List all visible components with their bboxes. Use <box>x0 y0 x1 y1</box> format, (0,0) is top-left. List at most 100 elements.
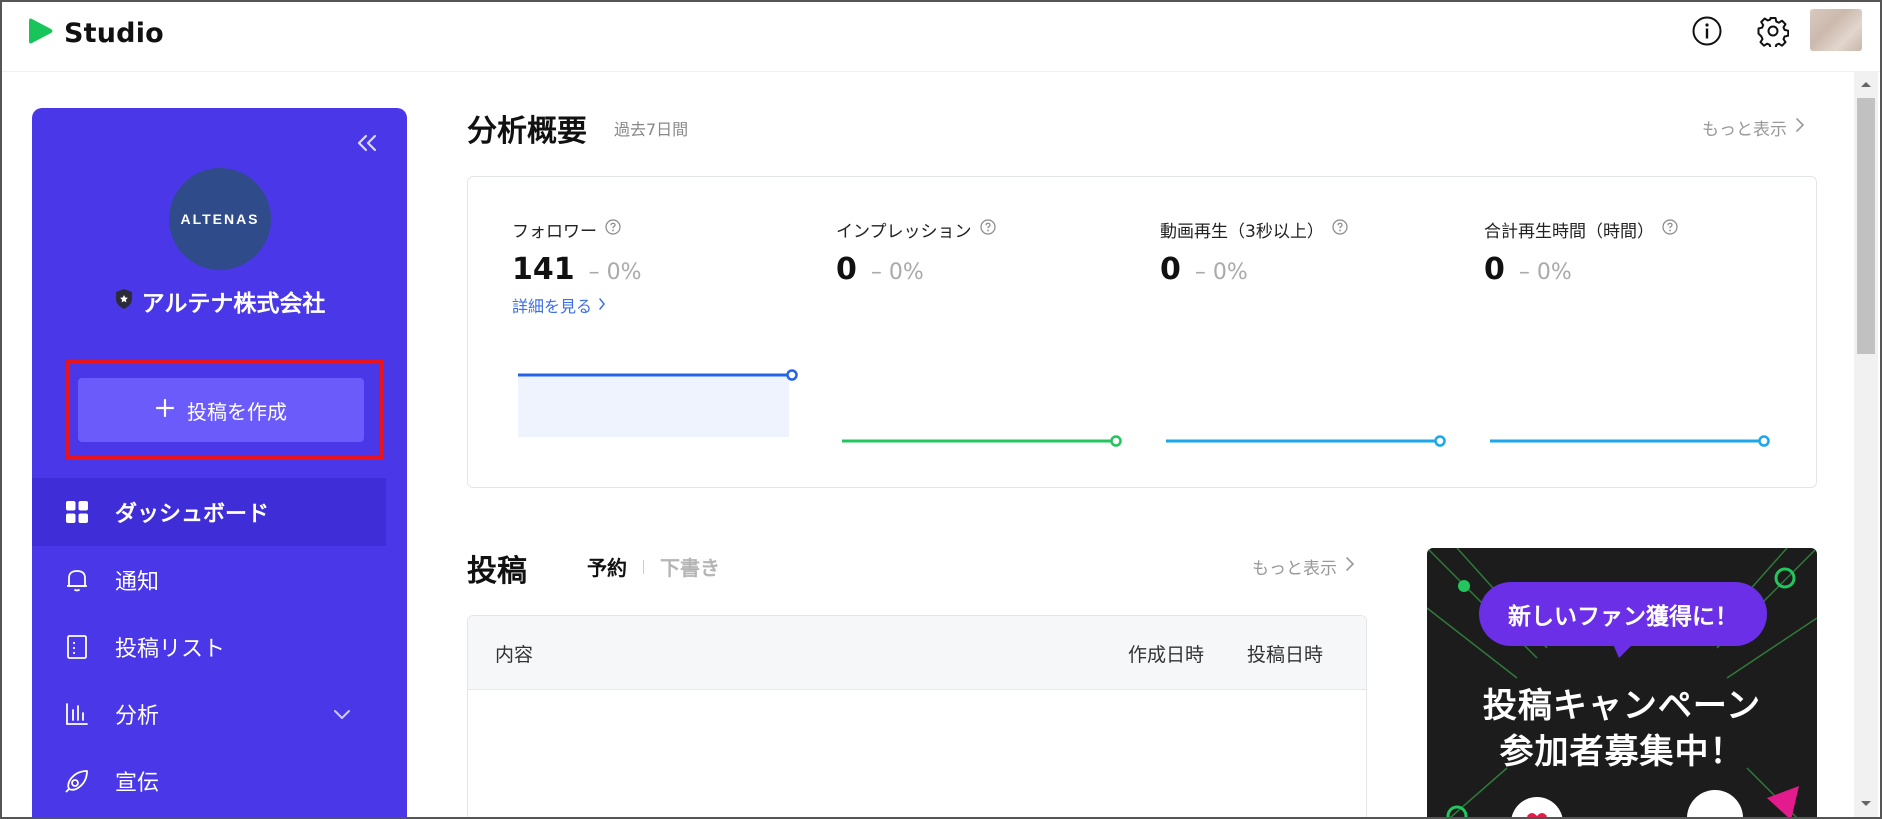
dashboard-grid-icon <box>64 499 90 525</box>
org-name: アルテナ株式会社 <box>32 284 407 318</box>
scrollbar[interactable] <box>1854 72 1878 817</box>
help-icon[interactable] <box>979 219 996 240</box>
help-icon[interactable] <box>1662 219 1678 240</box>
org-name-text: アルテナ株式会社 <box>141 291 326 317</box>
tab-divider <box>643 559 644 574</box>
metric-label-row: 動画再生（3秒以上） <box>1160 217 1460 242</box>
watch-time-sparkline <box>1490 435 1770 447</box>
sidebar-item-label: 宣伝 <box>115 771 160 796</box>
metric-value: 0 <box>1160 252 1181 287</box>
metric-video-views: 動画再生（3秒以上） 0 – 0% <box>1160 217 1460 287</box>
campaign-banner[interactable]: 新しいファン獲得に！ 投稿キャンペーン 参加者募集中！ <box>1427 548 1817 817</box>
help-icon[interactable] <box>1332 219 1348 240</box>
metric-label-row: フォロワー <box>512 217 812 242</box>
column-posted-at[interactable]: 投稿日時 <box>1247 640 1323 667</box>
sidebar-item-dashboard[interactable]: ダッシュボード <box>32 478 386 546</box>
chevron-down-icon[interactable] <box>330 702 354 726</box>
tab-drafts[interactable]: 下書き <box>660 552 720 581</box>
view-details-label: 詳細を見る <box>512 297 593 316</box>
metric-label: フォロワー <box>512 222 597 242</box>
chevron-right-icon <box>1345 556 1355 577</box>
play-logo-icon <box>28 16 54 50</box>
metric-value: 0 <box>1484 252 1505 287</box>
metric-delta: – 0% <box>870 260 924 285</box>
analytics-card: フォロワー 141 – 0% 詳細を見る インプレッション 0 – 0% 動画再… <box>467 176 1817 488</box>
column-content: 内容 <box>495 644 534 666</box>
sidebar-item-analytics[interactable]: 分析 <box>32 680 386 748</box>
tab-scheduled[interactable]: 予約 <box>587 552 627 581</box>
chevron-right-icon <box>1795 117 1805 138</box>
video-views-sparkline <box>1166 435 1446 447</box>
analytics-title: 分析概要 <box>467 114 587 149</box>
rocket-icon <box>64 768 90 794</box>
metric-value-row: 0 – 0% <box>1160 252 1460 287</box>
metric-impressions: インプレッション 0 – 0% <box>836 217 1136 287</box>
create-button-highlight: 投稿を作成 <box>66 360 384 460</box>
posts-more-link[interactable]: もっと表示 <box>1252 554 1355 579</box>
posts-tabs: 予約 下書き <box>587 552 720 581</box>
scroll-thumb[interactable] <box>1857 98 1875 354</box>
metric-watch-time: 合計再生時間（時間） 0 – 0% <box>1484 217 1784 287</box>
metric-delta-value: 0% <box>1212 260 1248 285</box>
metric-delta-value: 0% <box>1536 260 1572 285</box>
metric-delta-value: 0% <box>606 260 642 285</box>
sidebar-item-label: 通知 <box>115 570 160 595</box>
sidebar-item-promotion[interactable]: 宣伝 <box>32 747 386 815</box>
sidebar-item-label: 分析 <box>115 704 160 729</box>
more-link-label: もっと表示 <box>1702 120 1787 140</box>
metric-followers: フォロワー 141 – 0% 詳細を見る <box>512 217 812 317</box>
metric-value-row: 0 – 0% <box>1484 252 1784 287</box>
chevron-right-icon <box>598 296 606 315</box>
app-title: Studio <box>64 17 164 49</box>
posts-table: 内容 作成日時 投稿日時 <box>467 615 1367 817</box>
metric-value-row: 141 – 0% <box>512 252 812 287</box>
create-post-button[interactable]: 投稿を作成 <box>78 378 364 442</box>
help-icon[interactable] <box>605 219 621 240</box>
banner-bubble: 新しいファン獲得に！ <box>1479 582 1767 646</box>
sidebar-item-notifications[interactable]: 通知 <box>32 546 386 614</box>
banner-headline-1: 投稿キャンペーン <box>1482 686 1762 726</box>
more-link-label: もっと表示 <box>1252 559 1337 579</box>
app-window: Studio ALTENAS アルテナ株式会社 投稿を作成 ダッシュボード 通知… <box>0 0 1882 819</box>
bar-chart-icon <box>64 701 90 727</box>
view-details-link[interactable]: 詳細を見る <box>512 293 812 317</box>
document-icon <box>64 634 90 660</box>
metric-delta: – 0% <box>1194 260 1248 285</box>
top-bar: Studio <box>2 2 1880 72</box>
metric-label: インプレッション <box>836 222 972 242</box>
metric-delta: – 0% <box>1518 260 1572 285</box>
followers-sparkline <box>518 369 798 437</box>
metric-label-row: 合計再生時間（時間） <box>1484 217 1784 242</box>
sidebar-item-label: ダッシュボード <box>115 502 270 527</box>
studio-logo[interactable]: Studio <box>28 16 164 50</box>
banner-bubble-text: 新しいファン獲得に！ <box>1508 604 1738 630</box>
avatar[interactable] <box>1810 9 1862 51</box>
sidebar-item-post-list[interactable]: 投稿リスト <box>32 613 386 681</box>
metric-value: 0 <box>836 252 857 287</box>
scroll-up-icon[interactable] <box>1859 77 1873 91</box>
scroll-down-icon[interactable] <box>1859 797 1873 811</box>
metric-delta-value: 0% <box>888 260 924 285</box>
metric-label-row: インプレッション <box>836 217 1136 242</box>
sidebar: ALTENAS アルテナ株式会社 投稿を作成 ダッシュボード 通知 投稿リスト … <box>32 108 407 817</box>
org-logo-text: ALTENAS <box>180 211 260 227</box>
collapse-sidebar-icon[interactable] <box>354 130 380 156</box>
analytics-period: 過去7日間 <box>614 120 689 139</box>
metric-value: 141 <box>512 252 575 287</box>
metric-value-row: 0 – 0% <box>836 252 1136 287</box>
metric-label: 合計再生時間（時間） <box>1484 222 1654 242</box>
metric-delta: – 0% <box>588 260 642 285</box>
org-logo: ALTENAS <box>169 168 271 270</box>
metric-label: 動画再生（3秒以上） <box>1160 222 1324 242</box>
sidebar-item-label: 投稿リスト <box>115 637 226 662</box>
table-header: 内容 作成日時 投稿日時 <box>468 616 1366 690</box>
column-created-at[interactable]: 作成日時 <box>1128 640 1204 667</box>
bell-icon <box>64 567 90 593</box>
banner-headline-2: 参加者募集中！ <box>1499 732 1745 772</box>
info-icon[interactable] <box>1690 14 1724 48</box>
posts-title: 投稿 <box>467 554 527 589</box>
gear-icon[interactable] <box>1756 14 1790 48</box>
analytics-more-link[interactable]: もっと表示 <box>1702 115 1805 140</box>
bubble-tail <box>1613 644 1633 658</box>
plus-icon <box>155 398 175 422</box>
